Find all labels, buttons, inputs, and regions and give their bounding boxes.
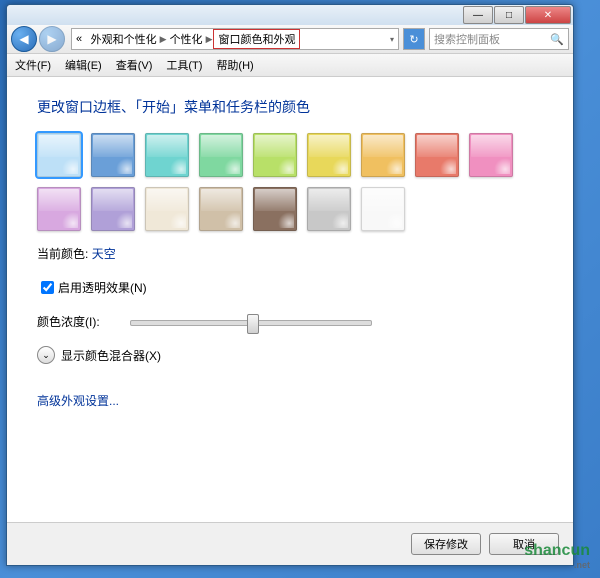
minimize-button[interactable]: —: [463, 6, 493, 24]
color-swatch-10[interactable]: [91, 187, 135, 231]
close-button[interactable]: ✕: [525, 6, 571, 24]
refresh-button[interactable]: ↻: [403, 28, 425, 50]
breadcrumb-item[interactable]: 个性化: [170, 31, 203, 47]
color-swatch-3[interactable]: [199, 133, 243, 177]
intensity-row: 颜色浓度(I):: [37, 313, 543, 330]
back-button[interactable]: ◀: [11, 26, 37, 52]
color-swatch-8[interactable]: [469, 133, 513, 177]
intensity-slider[interactable]: [130, 320, 372, 326]
chevron-right-icon: ▶: [206, 34, 213, 45]
cancel-button[interactable]: 取消: [489, 533, 559, 555]
color-swatch-grid: [37, 133, 543, 231]
maximize-button[interactable]: □: [494, 6, 524, 24]
menu-view[interactable]: 查看(V): [116, 57, 153, 73]
address-bar[interactable]: « 外观和个性化 ▶ 个性化 ▶ 窗口颜色和外观 ▾: [71, 28, 399, 50]
current-color-row: 当前颜色: 天空: [37, 245, 543, 262]
menu-tools[interactable]: 工具(T): [166, 57, 202, 73]
breadcrumb-prefix: «: [76, 33, 82, 45]
current-color-label: 当前颜色:: [37, 247, 88, 261]
current-color-value: 天空: [92, 247, 116, 261]
color-swatch-13[interactable]: [253, 187, 297, 231]
window: — □ ✕ ◀ ▶ « 外观和个性化 ▶ 个性化 ▶ 窗口颜色和外观 ▾ ↻ 搜…: [6, 4, 574, 566]
transparency-label[interactable]: 启用透明效果(N): [58, 279, 147, 296]
chevron-down-icon: ⌄: [37, 346, 55, 364]
intensity-label: 颜色浓度(I):: [37, 313, 127, 330]
color-swatch-1[interactable]: [91, 133, 135, 177]
color-swatch-0[interactable]: [37, 133, 81, 177]
navbar: ◀ ▶ « 外观和个性化 ▶ 个性化 ▶ 窗口颜色和外观 ▾ ↻ 搜索控制面板 …: [7, 25, 573, 54]
color-swatch-12[interactable]: [199, 187, 243, 231]
menubar: 文件(F) 编辑(E) 查看(V) 工具(T) 帮助(H): [7, 54, 573, 77]
menu-file[interactable]: 文件(F): [15, 57, 51, 73]
search-input[interactable]: 搜索控制面板 🔍: [429, 28, 569, 50]
page-heading: 更改窗口边框、「开始」菜单和任务栏的颜色: [37, 97, 543, 117]
transparency-checkbox[interactable]: [41, 281, 54, 294]
forward-button[interactable]: ▶: [39, 26, 65, 52]
save-button[interactable]: 保存修改: [411, 533, 481, 555]
color-mixer-expander[interactable]: ⌄ 显示颜色混合器(X): [37, 346, 543, 364]
color-swatch-14[interactable]: [307, 187, 351, 231]
color-mixer-label: 显示颜色混合器(X): [61, 347, 161, 364]
color-swatch-15[interactable]: [361, 187, 405, 231]
color-swatch-11[interactable]: [145, 187, 189, 231]
color-swatch-9[interactable]: [37, 187, 81, 231]
menu-help[interactable]: 帮助(H): [216, 57, 253, 73]
slider-thumb[interactable]: [247, 314, 259, 334]
titlebar: — □ ✕: [7, 5, 573, 25]
color-swatch-5[interactable]: [307, 133, 351, 177]
color-swatch-4[interactable]: [253, 133, 297, 177]
color-swatch-7[interactable]: [415, 133, 459, 177]
breadcrumb-item[interactable]: 外观和个性化: [91, 31, 157, 47]
color-swatch-6[interactable]: [361, 133, 405, 177]
search-icon: 🔍: [550, 33, 564, 46]
content-area: 更改窗口边框、「开始」菜单和任务栏的颜色 当前颜色: 天空 启用透明效果(N) …: [7, 77, 573, 557]
chevron-down-icon[interactable]: ▾: [390, 35, 394, 44]
transparency-row: 启用透明效果(N): [37, 278, 543, 297]
breadcrumb-item-current[interactable]: 窗口颜色和外观: [213, 29, 300, 49]
chevron-right-icon: ▶: [160, 34, 167, 45]
advanced-appearance-link[interactable]: 高级外观设置...: [37, 392, 119, 409]
footer: 保存修改 取消: [7, 522, 573, 565]
menu-edit[interactable]: 编辑(E): [65, 57, 102, 73]
color-swatch-2[interactable]: [145, 133, 189, 177]
